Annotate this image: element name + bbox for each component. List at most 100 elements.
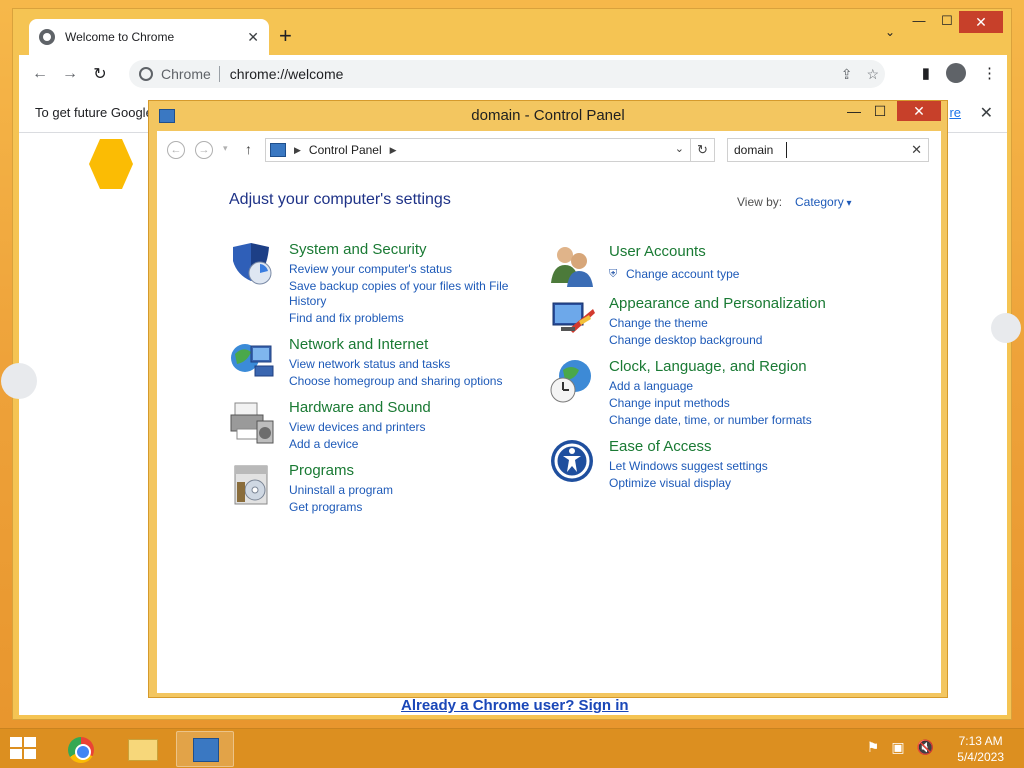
decorative-circle bbox=[991, 313, 1021, 343]
chrome-titlebar: Welcome to Chrome ✕ + ⌄ — ☐ ✕ bbox=[13, 9, 1011, 55]
omnibox-url: chrome://welcome bbox=[229, 66, 344, 82]
decorative-hexagon bbox=[89, 139, 133, 189]
category-link[interactable]: Add a language bbox=[609, 378, 693, 394]
taskbar-control-panel[interactable] bbox=[176, 731, 234, 767]
category-link[interactable]: Change account type bbox=[626, 266, 739, 282]
uac-shield-icon: ⛨ bbox=[609, 268, 618, 280]
close-button[interactable]: ✕ bbox=[959, 11, 1003, 33]
clock-time: 7:13 AM bbox=[958, 734, 1003, 748]
windows-start-button[interactable] bbox=[10, 737, 38, 761]
omnibox[interactable]: Chrome chrome://welcome ⇪ ☆ bbox=[129, 60, 885, 88]
minimize-button[interactable]: — bbox=[905, 13, 933, 28]
category-link[interactable]: Change input methods bbox=[609, 395, 730, 411]
clock-date: 5/4/2023 bbox=[957, 750, 1004, 764]
infobar-link[interactable]: re bbox=[949, 105, 961, 120]
category-link[interactable]: Get programs bbox=[289, 499, 362, 515]
category-title[interactable]: System and Security bbox=[289, 241, 427, 258]
network-globe-icon bbox=[231, 344, 274, 377]
category-link[interactable]: Uninstall a program bbox=[289, 482, 393, 498]
address-bar[interactable]: ▶ Control Panel ▶ ⌄ ↻ bbox=[265, 138, 715, 162]
category-link[interactable]: Optimize visual display bbox=[609, 475, 731, 491]
close-icon[interactable]: ✕ bbox=[247, 29, 259, 46]
clock[interactable]: 7:13 AM 5/4/2023 bbox=[957, 733, 1004, 765]
category-link[interactable]: Change desktop background bbox=[609, 332, 762, 348]
toolbar-right: ▮ ⋮ bbox=[922, 63, 997, 83]
control-panel-icon bbox=[193, 738, 219, 762]
omnibox-actions: ⇪ ☆ bbox=[841, 60, 879, 88]
printer-icon bbox=[230, 402, 274, 444]
category-link[interactable]: Change date, time, or number formats bbox=[609, 412, 812, 428]
category-title[interactable]: Programs bbox=[289, 462, 354, 479]
ease-of-access-icon bbox=[551, 440, 593, 482]
flag-icon[interactable]: ⚑ bbox=[867, 739, 880, 756]
star-icon[interactable]: ☆ bbox=[866, 66, 879, 83]
taskbar-file-explorer[interactable] bbox=[114, 731, 172, 767]
category-link[interactable]: View devices and printers bbox=[289, 419, 426, 435]
page-title: Adjust your computer's settings bbox=[229, 191, 451, 208]
category-title[interactable]: Appearance and Personalization bbox=[609, 295, 826, 312]
chevron-right-icon[interactable]: ▶ bbox=[294, 145, 301, 156]
programs-icon bbox=[234, 465, 268, 505]
divider bbox=[218, 66, 220, 82]
category-title[interactable]: User Accounts bbox=[609, 243, 706, 260]
users-icon bbox=[551, 247, 593, 287]
network-icon[interactable]: ▣ bbox=[891, 739, 904, 756]
category-link[interactable]: Add a device bbox=[289, 436, 358, 452]
site-info-icon[interactable] bbox=[139, 67, 153, 81]
chevron-down-icon[interactable]: ⌄ bbox=[885, 25, 895, 39]
tab-welcome[interactable]: Welcome to Chrome ✕ bbox=[29, 19, 269, 55]
category-link[interactable]: Change the theme bbox=[609, 315, 708, 331]
category-link[interactable]: View network status and tasks bbox=[289, 356, 450, 372]
view-by-dropdown[interactable]: Category bbox=[795, 195, 852, 209]
view-by-label: View by: bbox=[737, 195, 783, 209]
tab-title: Welcome to Chrome bbox=[65, 30, 175, 44]
avatar[interactable] bbox=[946, 63, 966, 83]
shield-icon bbox=[233, 243, 272, 285]
category-title[interactable]: Network and Internet bbox=[289, 336, 428, 353]
recent-pages-icon[interactable]: ▾ bbox=[223, 143, 228, 154]
refresh-icon[interactable]: ↻ bbox=[690, 139, 714, 161]
side-panel-icon[interactable]: ▮ bbox=[922, 64, 930, 82]
taskbar-chrome[interactable] bbox=[52, 731, 110, 767]
category-link[interactable]: Let Windows suggest settings bbox=[609, 458, 768, 474]
appearance-icon bbox=[552, 302, 595, 333]
new-tab-button[interactable]: + bbox=[279, 23, 292, 49]
menu-icon[interactable]: ⋮ bbox=[982, 64, 997, 82]
category-title[interactable]: Clock, Language, and Region bbox=[609, 358, 807, 375]
share-icon[interactable]: ⇪ bbox=[841, 66, 853, 83]
chrome-toolbar: ← → ↻ Chrome chrome://welcome ⇪ ☆ ▮ ⋮ bbox=[19, 55, 1007, 93]
search-input[interactable]: domain ✕ bbox=[727, 138, 929, 162]
close-button[interactable]: ✕ bbox=[897, 101, 941, 121]
volume-muted-icon[interactable]: 🔇 bbox=[917, 739, 934, 756]
breadcrumb[interactable]: Control Panel bbox=[309, 143, 382, 157]
reload-icon[interactable]: ↻ bbox=[85, 64, 115, 84]
control-panel-body: ← → ▾ ↑ ▶ Control Panel ▶ ⌄ ↻ domain ✕ A… bbox=[157, 131, 941, 693]
infobar-text: To get future Google bbox=[35, 105, 153, 120]
taskbar: ⚑ ▣ 🔇 7:13 AM 5/4/2023 bbox=[0, 728, 1024, 768]
chevron-down-icon[interactable]: ⌄ bbox=[675, 142, 684, 155]
category-link[interactable]: Save backup copies of your files with Fi… bbox=[289, 278, 508, 294]
up-icon[interactable]: ↑ bbox=[245, 141, 252, 157]
back-icon[interactable]: ← bbox=[167, 141, 185, 159]
control-panel-window: domain - Control Panel — ☐ ✕ ← → ▾ ↑ ▶ C… bbox=[148, 100, 948, 698]
category-title[interactable]: Ease of Access bbox=[609, 438, 712, 455]
windows-logo-icon bbox=[10, 749, 22, 759]
sign-in-link[interactable]: Already a Chrome user? Sign in bbox=[401, 697, 629, 714]
category-link[interactable]: Choose homegroup and sharing options bbox=[289, 373, 502, 389]
forward-icon[interactable]: → bbox=[195, 141, 213, 159]
category-title[interactable]: Hardware and Sound bbox=[289, 399, 431, 416]
forward-icon[interactable]: → bbox=[55, 65, 85, 83]
clear-icon[interactable]: ✕ bbox=[911, 139, 922, 161]
folder-icon bbox=[128, 739, 158, 761]
close-icon[interactable]: ✕ bbox=[980, 103, 993, 123]
category-link[interactable]: Review your computer's status bbox=[289, 261, 452, 277]
maximize-button[interactable]: ☐ bbox=[933, 13, 961, 29]
text-cursor bbox=[786, 142, 787, 158]
back-icon[interactable]: ← bbox=[25, 65, 55, 83]
search-value: domain bbox=[734, 143, 774, 157]
maximize-button[interactable]: ☐ bbox=[867, 103, 893, 120]
category-link[interactable]: History bbox=[289, 293, 326, 309]
minimize-button[interactable]: — bbox=[841, 103, 867, 119]
category-link[interactable]: Find and fix problems bbox=[289, 310, 404, 326]
chevron-right-icon[interactable]: ▶ bbox=[390, 145, 397, 156]
